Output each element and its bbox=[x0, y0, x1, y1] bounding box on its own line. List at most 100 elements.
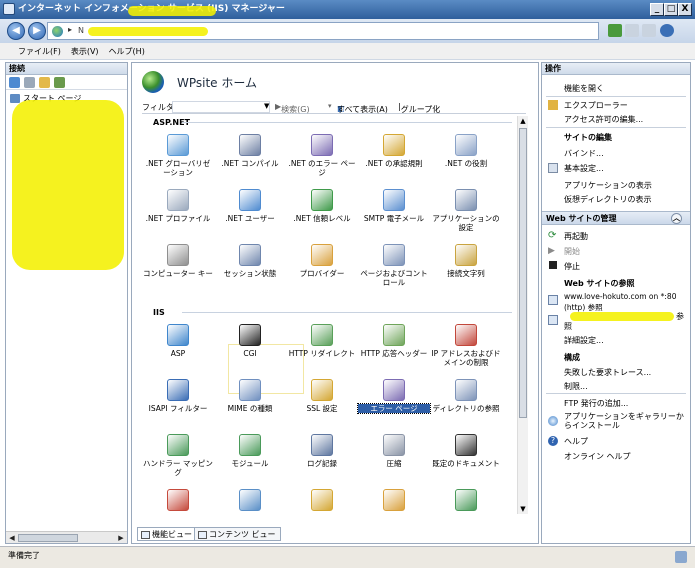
action-bindings[interactable]: バインド... bbox=[564, 148, 604, 159]
action-browse-site-2[interactable]: 参 bbox=[676, 311, 684, 322]
feature-item[interactable]: .NET ユーザー bbox=[214, 189, 286, 223]
role-icon bbox=[455, 134, 477, 156]
action-edit-permissions[interactable]: アクセス許可の編集... bbox=[564, 114, 643, 125]
action-browse-site-1[interactable]: www.love-hokuto.com on *:80 bbox=[564, 292, 676, 301]
feature-item[interactable]: .NET プロファイル bbox=[142, 189, 214, 223]
save-icon[interactable] bbox=[24, 77, 35, 88]
actions-pane: 操作 機能を開く エクスプローラー アクセス許可の編集... サイトの編集 バイ… bbox=[541, 62, 691, 544]
menu-view[interactable]: 表示(V) bbox=[66, 43, 104, 60]
filter-input[interactable] bbox=[172, 101, 270, 113]
action-view-applications[interactable]: アプリケーションの表示 bbox=[564, 180, 652, 191]
action-advanced-settings[interactable]: 詳細設定... bbox=[564, 335, 604, 346]
lock2-icon bbox=[311, 489, 333, 511]
mail-icon[interactable] bbox=[625, 24, 639, 37]
scroll-thumb[interactable] bbox=[519, 128, 527, 418]
feature-item[interactable]: .NET の承認規則 bbox=[358, 134, 430, 168]
connect-icon[interactable] bbox=[9, 77, 20, 88]
minimize-button[interactable]: _ bbox=[650, 3, 664, 16]
home-icon[interactable] bbox=[642, 24, 656, 37]
action-explore[interactable]: エクスプローラー bbox=[564, 100, 628, 111]
forward-button[interactable]: ▶ bbox=[28, 22, 46, 40]
feature-item[interactable]: .NET 信頼レベル bbox=[286, 189, 358, 223]
feature-item[interactable]: MIME の種類 bbox=[214, 379, 286, 413]
up-folder-icon[interactable] bbox=[39, 77, 50, 88]
feature-item[interactable] bbox=[214, 489, 286, 514]
group-by-button[interactable]: | グループ化 bbox=[398, 102, 440, 114]
feature-item[interactable]: エラー ページ bbox=[357, 379, 431, 414]
action-failed-request-tracing[interactable]: 失敗した要求トレース... bbox=[564, 367, 651, 378]
scroll-right-icon[interactable]: ▶ bbox=[116, 533, 126, 543]
feature-item[interactable]: コンピューター キー bbox=[142, 244, 214, 278]
tab-features-view[interactable]: 機能ビュー bbox=[137, 527, 197, 541]
search-button[interactable]: ▶ 検索(G) bbox=[275, 102, 310, 114]
feature-item[interactable]: ISAPI フィルター bbox=[142, 379, 214, 413]
feature-item[interactable]: SSL 設定 bbox=[286, 379, 358, 413]
action-open-feature[interactable]: 機能を開く bbox=[564, 83, 604, 94]
menu-help[interactable]: ヘルプ(H) bbox=[104, 43, 150, 60]
restart-icon: ⟳ bbox=[548, 230, 557, 241]
feature-item[interactable]: IP アドレスおよびドメインの制限 bbox=[430, 324, 502, 367]
feature-label: 既定のドキュメント bbox=[432, 459, 500, 468]
scroll-up-icon[interactable]: ▲ bbox=[518, 116, 528, 126]
feature-item[interactable] bbox=[358, 489, 430, 514]
feature-item[interactable] bbox=[430, 489, 502, 514]
horizontal-scrollbar[interactable]: ◀ ▶ bbox=[6, 531, 127, 543]
action-restart[interactable]: 再起動 bbox=[564, 231, 588, 242]
feature-item[interactable]: SMTP 電子メール bbox=[358, 189, 430, 223]
explore-icon bbox=[548, 100, 558, 110]
feature-item[interactable]: .NET コンパイル bbox=[214, 134, 286, 168]
feature-item[interactable]: ASP bbox=[142, 324, 214, 358]
action-help[interactable]: ヘルプ bbox=[564, 436, 588, 447]
close-button[interactable]: X bbox=[678, 3, 692, 16]
feature-item[interactable]: 圧縮 bbox=[358, 434, 430, 468]
action-browse-site-2b[interactable]: 照 bbox=[564, 321, 572, 332]
address-path-box[interactable]: ▸ N bbox=[47, 22, 599, 40]
feature-item[interactable] bbox=[142, 489, 214, 514]
action-start[interactable]: 開始 bbox=[564, 246, 580, 257]
menu-file[interactable]: ファイル(F) bbox=[0, 43, 66, 60]
feature-item[interactable]: ハンドラー マッピング bbox=[142, 434, 214, 477]
filter-dropdown-icon[interactable]: ▼ bbox=[264, 102, 269, 110]
maximize-button[interactable]: □ bbox=[664, 3, 678, 16]
feature-item[interactable]: ディレクトリの参照 bbox=[430, 379, 502, 413]
back-button[interactable]: ◀ bbox=[7, 22, 25, 40]
action-limits[interactable]: 制限... bbox=[564, 381, 588, 392]
feature-item[interactable]: HTTP 応答ヘッダー bbox=[358, 324, 430, 358]
feature-item[interactable] bbox=[286, 489, 358, 514]
feature-item[interactable]: モジュール bbox=[214, 434, 286, 468]
search-dropdown-icon[interactable]: ▾ bbox=[328, 102, 332, 110]
help-icon: ? bbox=[548, 436, 558, 446]
feature-item[interactable]: 既定のドキュメント bbox=[430, 434, 502, 468]
users-icon bbox=[239, 189, 261, 211]
network-icon[interactable] bbox=[608, 24, 622, 37]
feature-item[interactable]: .NET の役割 bbox=[430, 134, 502, 168]
ip-restrict-icon bbox=[455, 324, 477, 346]
vertical-scrollbar[interactable]: ▲ ▼ bbox=[517, 116, 528, 514]
feature-item[interactable]: ページおよびコントロール bbox=[358, 244, 430, 287]
action-stop[interactable]: 停止 bbox=[564, 261, 580, 272]
scroll-down-icon[interactable]: ▼ bbox=[518, 504, 528, 514]
feature-item[interactable]: プロバイダー bbox=[286, 244, 358, 278]
feature-item[interactable]: CGI bbox=[214, 324, 286, 358]
feature-item[interactable]: ログ記録 bbox=[286, 434, 358, 468]
manage-site-group-header[interactable]: Web サイトの管理 ︿ bbox=[542, 211, 690, 225]
scroll-left-icon[interactable]: ◀ bbox=[7, 533, 17, 543]
action-view-virtual-dirs[interactable]: 仮想ディレクトリの表示 bbox=[564, 194, 651, 205]
action-online-help[interactable]: オンライン ヘルプ bbox=[564, 451, 631, 462]
refresh-connections-icon[interactable] bbox=[54, 77, 65, 88]
feature-item[interactable]: .NET グローバリゼーション bbox=[142, 134, 214, 177]
tab-content-view[interactable]: コンテンツ ビュー bbox=[194, 527, 281, 541]
feature-item[interactable]: HTTP リダイレクト bbox=[286, 324, 358, 358]
feature-item[interactable]: .NET のエラー ページ bbox=[286, 134, 358, 177]
feature-item[interactable]: 接続文字列 bbox=[430, 244, 502, 278]
scroll-thumb[interactable] bbox=[18, 534, 78, 542]
feature-item[interactable]: アプリケーションの設定 bbox=[430, 189, 502, 232]
action-basic-settings[interactable]: 基本設定... bbox=[564, 163, 604, 174]
feature-item[interactable]: セッション状態 bbox=[214, 244, 286, 278]
view-tabs: 機能ビュー コンテンツ ビュー bbox=[137, 526, 527, 542]
collapse-chevron-icon[interactable]: ︿ bbox=[671, 213, 682, 224]
action-add-ftp-publishing[interactable]: FTP 発行の追加... bbox=[564, 398, 628, 409]
help-icon[interactable] bbox=[660, 24, 674, 37]
browse-icon bbox=[548, 315, 558, 325]
action-install-from-gallery[interactable]: アプリケーションをギャラリーからインストール bbox=[564, 412, 686, 430]
